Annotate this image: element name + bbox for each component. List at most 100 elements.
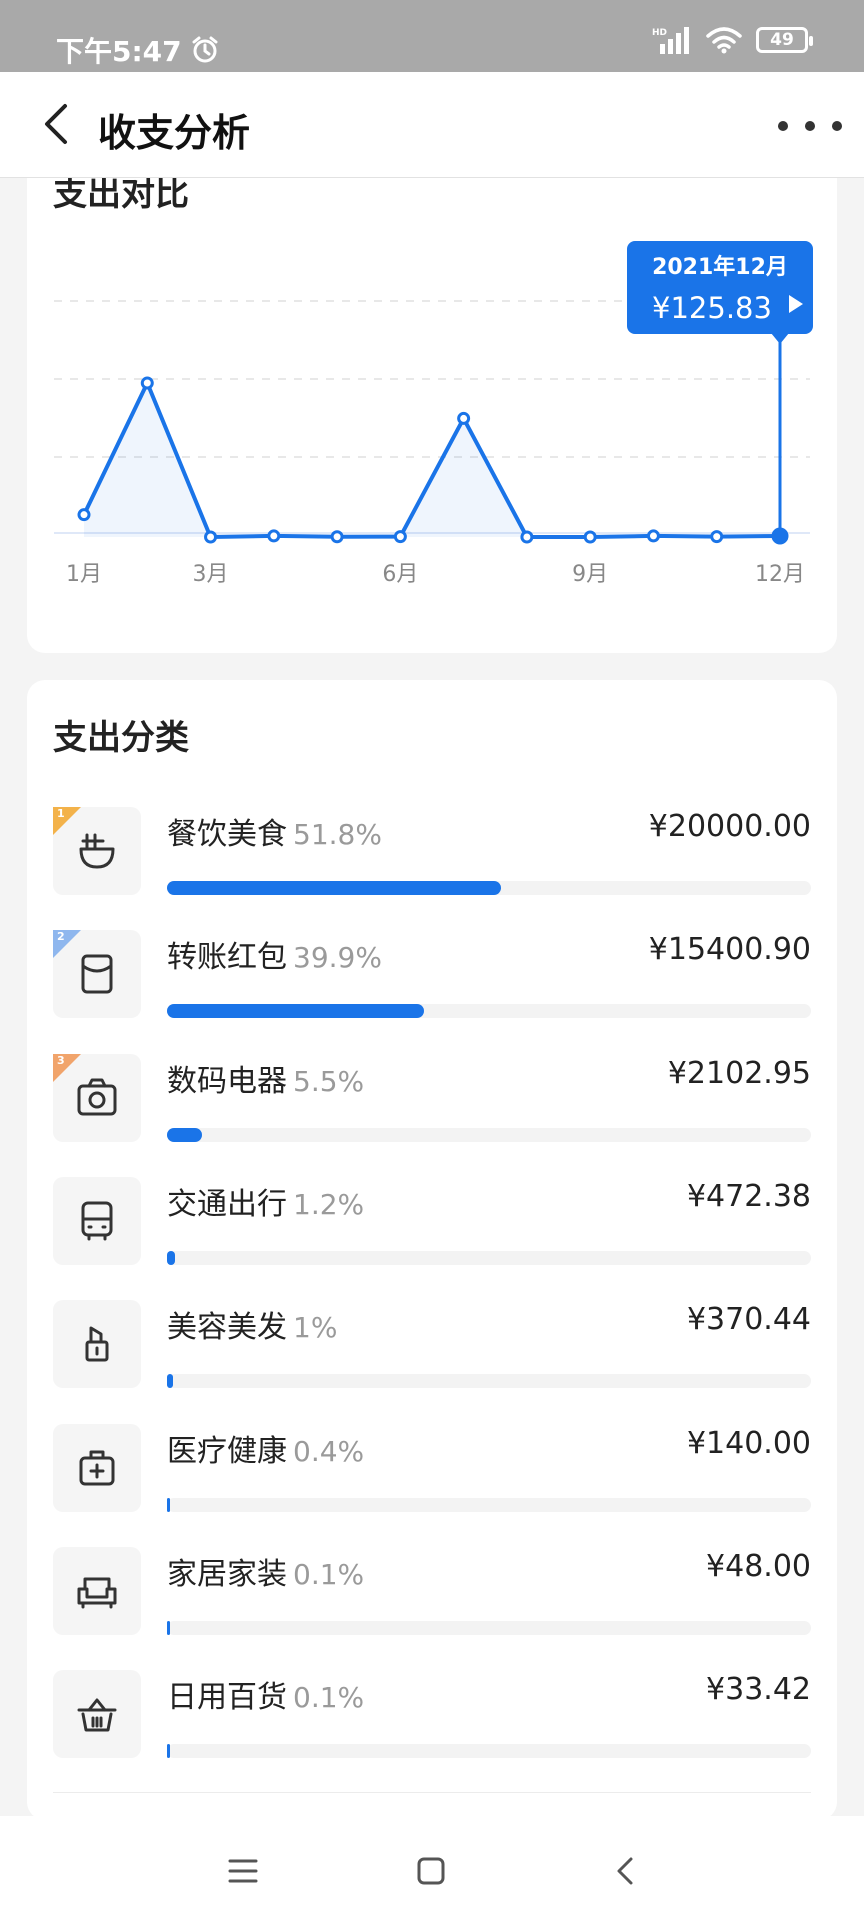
status-indicators: HD 49 — [652, 26, 813, 54]
category-percent: 39.9% — [293, 941, 382, 975]
more-dot-icon — [832, 121, 842, 131]
category-row[interactable]: 3 数码电器 5.5% ¥2102.95 — [53, 1053, 811, 1154]
category-name: 医疗健康 0.4% — [167, 1426, 364, 1470]
menu-icon — [228, 1859, 258, 1883]
category-amount: ¥140.00 — [686, 1425, 811, 1461]
data-point[interactable] — [393, 530, 407, 544]
more-dot-icon — [778, 121, 788, 131]
rank-badge: 1 — [53, 807, 83, 837]
back-arrow-icon — [617, 1857, 633, 1885]
lipstick-icon — [85, 1326, 109, 1362]
category-label: 转账红包 — [167, 940, 287, 976]
bus-icon — [81, 1201, 113, 1241]
category-row[interactable]: 家居家装 0.1% ¥48.00 — [53, 1546, 811, 1647]
progress-fill — [167, 1374, 174, 1389]
category-name: 交通出行 1.2% — [167, 1179, 364, 1223]
home-button[interactable] — [406, 1846, 456, 1896]
category-icon-box — [53, 1300, 141, 1389]
x-tick-label: 3月 — [193, 562, 229, 587]
tooltip-pointer — [771, 333, 789, 344]
page-title: 收支分析 — [98, 111, 251, 155]
category-amount: ¥33.42 — [706, 1672, 811, 1708]
progress-track — [167, 881, 811, 895]
progress-fill — [167, 881, 501, 895]
battery-icon: 49 — [756, 27, 813, 53]
chart-tooltip[interactable]: 2021年12月 ¥125.83 — [627, 241, 813, 344]
category-icon-box — [53, 1670, 141, 1759]
network-label: HD — [652, 28, 667, 38]
data-point[interactable] — [520, 530, 534, 544]
data-point[interactable] — [771, 527, 789, 545]
progress-track — [167, 1374, 811, 1389]
category-name: 日用百货 0.1% — [167, 1672, 364, 1716]
rank-number: 3 — [57, 1053, 65, 1067]
progress-fill — [167, 1127, 203, 1142]
progress-fill — [167, 1744, 170, 1759]
category-percent: 0.4% — [293, 1434, 365, 1468]
categories-title: 支出分类 — [53, 718, 189, 758]
progress-track — [167, 1744, 811, 1759]
category-row[interactable]: 2 转账红包 39.9% ¥15400.90 — [53, 930, 811, 1030]
more-menu-button[interactable] — [778, 106, 842, 146]
rank-number: 2 — [57, 930, 65, 944]
category-row[interactable]: 日用百货 0.1% ¥33.42 — [53, 1670, 811, 1770]
expense-categories-card: 支出分类 1 餐饮美食 51.8% ¥20000.00 2 转账红包 39.9% ¥15400… — [27, 680, 837, 1820]
data-point[interactable] — [646, 529, 660, 543]
data-point[interactable] — [140, 376, 154, 390]
category-row[interactable]: 交通出行 1.2% ¥472.38 — [53, 1176, 811, 1277]
progress-fill — [167, 1004, 424, 1019]
data-point[interactable] — [267, 529, 281, 543]
category-percent: 1% — [293, 1311, 338, 1345]
category-row[interactable]: 美容美发 1% ¥370.44 — [53, 1300, 811, 1400]
category-name: 美容美发 1% — [167, 1302, 337, 1346]
category-name: 家居家装 0.1% — [167, 1549, 364, 1593]
x-tick-label: 6月 — [382, 562, 418, 587]
expense-line-chart[interactable]: 1月 3月 6月 9月 12月 2021年12月 ¥125.83 — [27, 150, 837, 653]
category-amount: ¥48.00 — [706, 1548, 811, 1584]
category-percent: 1.2% — [293, 1187, 365, 1221]
data-point[interactable] — [710, 530, 724, 544]
system-navigation-bar — [0, 1816, 864, 1920]
category-row[interactable]: 1 餐饮美食 51.8% ¥20000.00 — [53, 807, 811, 907]
data-point[interactable] — [77, 508, 91, 522]
status-bar: 下午5:47 HD 49 — [0, 0, 864, 72]
alarm-icon — [192, 36, 218, 63]
data-point[interactable] — [583, 530, 597, 544]
progress-fill — [167, 1250, 175, 1265]
category-row[interactable]: 医疗健康 0.4% ¥140.00 — [53, 1423, 811, 1524]
progress-fill — [167, 1497, 170, 1512]
home-square-icon — [417, 1857, 445, 1885]
system-back-button[interactable] — [600, 1846, 650, 1896]
tooltip-amount: ¥125.83 — [652, 291, 772, 325]
category-percent: 0.1% — [293, 1681, 365, 1715]
category-label: 日用百货 — [167, 1680, 287, 1716]
category-icon-box — [53, 1423, 141, 1512]
progress-track — [167, 1497, 811, 1512]
shopping-basket-icon — [77, 1698, 117, 1732]
category-label: 交通出行 — [167, 1186, 287, 1222]
category-label: 美容美发 — [167, 1310, 287, 1346]
back-button[interactable] — [28, 96, 84, 152]
tooltip-month: 2021年12月 — [652, 254, 788, 280]
menu-button[interactable] — [218, 1846, 268, 1896]
divider — [53, 1792, 811, 1793]
category-icon-box — [53, 1176, 141, 1265]
category-name: 转账红包 39.9% — [167, 932, 382, 976]
data-point[interactable] — [330, 530, 344, 544]
category-amount: ¥472.38 — [686, 1178, 811, 1214]
category-amount: ¥20000.00 — [648, 809, 811, 844]
wifi-icon — [706, 27, 742, 54]
rank-badge: 2 — [53, 930, 83, 960]
chevron-left-icon — [45, 104, 67, 144]
data-point[interactable] — [204, 530, 218, 544]
rank-number: 1 — [57, 807, 65, 820]
category-amount: ¥370.44 — [686, 1302, 811, 1338]
battery-level: 49 — [770, 30, 794, 50]
progress-track — [167, 1004, 811, 1019]
category-icon-box — [53, 1546, 141, 1635]
x-tick-label: 1月 — [66, 562, 102, 587]
data-point[interactable] — [457, 411, 471, 425]
x-tick-label: 9月 — [572, 562, 608, 587]
category-percent: 0.1% — [293, 1557, 365, 1591]
progress-track — [167, 1620, 811, 1635]
